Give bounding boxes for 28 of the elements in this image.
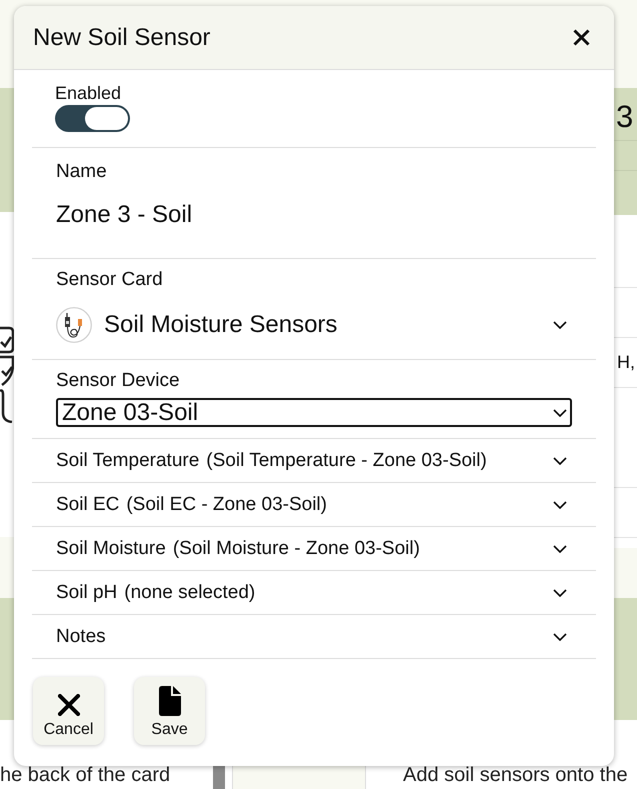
card-description: he back of the card — [0, 764, 170, 786]
field-label: Enabled — [55, 83, 122, 104]
close-icon — [58, 694, 80, 716]
field-label: Sensor Device — [56, 370, 180, 392]
sensor-device-select[interactable]: Zone 03-Soil — [56, 398, 572, 427]
file-icon — [158, 686, 180, 716]
device-icon — [0, 325, 14, 423]
name-field[interactable]: Zone 3 - Soil — [56, 201, 567, 229]
close-icon — [573, 29, 590, 46]
close-button[interactable] — [571, 27, 592, 48]
save-button[interactable]: Save — [134, 677, 205, 745]
toggle-switch[interactable] — [55, 105, 130, 132]
card-text: H, — [616, 352, 635, 373]
card-description: Add soil sensors onto the — [403, 763, 628, 788]
accordion-header[interactable]: Soil EC (Soil EC - Zone 03-Soil) — [32, 483, 596, 527]
field-label: Name — [56, 161, 107, 183]
sensor-probe-icon — [56, 307, 92, 343]
accordion-header[interactable]: Notes — [32, 615, 596, 659]
chevron-icon — [553, 321, 567, 329]
cancel-button[interactable]: Cancel — [33, 677, 104, 745]
accordion-header[interactable]: Soil Moisture (Soil Moisture - Zone 03-Soil) — [32, 527, 596, 571]
sensor-card-dropdown[interactable]: Soil Moisture Sensors — [56, 307, 567, 343]
accordion-header[interactable]: Soil pH (none selected) — [32, 571, 596, 615]
dialog-title: New Soil Sensor — [33, 24, 210, 52]
field-label: Sensor Card — [56, 269, 163, 291]
chevron-icon — [553, 408, 567, 416]
accordion-header[interactable]: Soil Temperature (Soil Temperature - Zone 03-Soil) — [32, 439, 596, 483]
card-title: 3 — [616, 99, 634, 134]
